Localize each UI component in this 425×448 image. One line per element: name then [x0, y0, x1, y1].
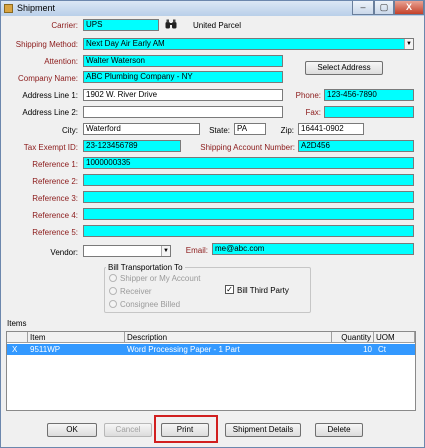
- reference-1-field[interactable]: 1000000335: [83, 157, 414, 169]
- shipment-window: Shipment – ▢ X Carrier: UPS United Parce…: [0, 0, 425, 448]
- binoculars-icon[interactable]: [165, 19, 177, 29]
- tax-exempt-label: Tax Exempt ID:: [23, 143, 78, 152]
- shipper-radio[interactable]: [109, 274, 117, 282]
- vendor-select[interactable]: ▼: [83, 245, 171, 257]
- quantity-cell: 10: [363, 345, 372, 354]
- minimize-button[interactable]: –: [352, 1, 374, 15]
- address-line-2-label: Address Line 2:: [22, 108, 78, 117]
- reference-4-label: Reference 4:: [32, 211, 78, 220]
- shipment-details-button[interactable]: Shipment Details: [225, 423, 301, 437]
- bill-third-party-label: Bill Third Party: [237, 286, 289, 295]
- items-grid[interactable]: Item Description Quantity UOM X 9511WP W…: [6, 331, 416, 411]
- item-column-header[interactable]: Item: [28, 332, 125, 343]
- delete-button[interactable]: Delete: [315, 423, 363, 437]
- attention-field[interactable]: Walter Waterson: [83, 55, 283, 67]
- carrier-name: United Parcel: [193, 21, 242, 30]
- cancel-button[interactable]: Cancel: [104, 423, 152, 437]
- shipper-radio-label: Shipper or My Account: [120, 274, 201, 283]
- description-column-header[interactable]: Description: [125, 332, 332, 343]
- address-line-1-label: Address Line 1:: [22, 91, 78, 100]
- description-cell: Word Processing Paper - 1 Part: [127, 345, 240, 354]
- shipping-account-label: Shipping Account Number:: [200, 143, 295, 152]
- chevron-down-icon[interactable]: ▼: [161, 246, 170, 256]
- phone-field[interactable]: 123-456-7890: [324, 89, 414, 101]
- uom-column-header[interactable]: UOM: [374, 332, 415, 343]
- ok-button[interactable]: OK: [47, 423, 97, 437]
- company-name-label: Company Name:: [17, 74, 78, 83]
- reference-2-field[interactable]: [83, 174, 414, 186]
- item-cell: 9511WP: [30, 345, 61, 354]
- address-line-2-field[interactable]: [83, 106, 283, 118]
- title-bar: Shipment – ▢ X: [1, 1, 424, 16]
- state-label: State:: [209, 126, 230, 135]
- shipping-method-label: Shipping Method:: [15, 40, 78, 49]
- shipping-account-field[interactable]: A2D456: [298, 140, 414, 152]
- reference-2-label: Reference 2:: [32, 177, 78, 186]
- shipping-method-select[interactable]: Next Day Air Early AM ▼: [83, 38, 414, 50]
- reference-3-label: Reference 3:: [32, 194, 78, 203]
- consignee-radio-label: Consignee Billed: [120, 300, 181, 309]
- fax-label: Fax:: [305, 108, 321, 117]
- marker-column-header: [7, 332, 28, 343]
- reference-5-label: Reference 5:: [32, 228, 78, 237]
- attention-label: Attention:: [44, 57, 78, 66]
- chevron-down-icon[interactable]: ▼: [404, 39, 413, 49]
- email-field[interactable]: me@abc.com: [212, 243, 414, 255]
- bill-third-party-checkbox[interactable]: ✓: [225, 285, 234, 294]
- row-marker: X: [12, 345, 18, 354]
- items-grid-header: Item Description Quantity UOM: [7, 332, 415, 343]
- close-button[interactable]: X: [394, 1, 424, 15]
- zip-field[interactable]: 16441-0902: [298, 123, 364, 135]
- items-label: Items: [7, 319, 27, 328]
- vendor-label: Vendor:: [50, 248, 78, 257]
- print-highlight: [154, 415, 218, 443]
- shipping-method-value: Next Day Air Early AM: [86, 39, 165, 48]
- window-title: Shipment: [17, 3, 56, 13]
- select-address-button[interactable]: Select Address: [305, 61, 383, 75]
- app-icon: [4, 4, 13, 13]
- phone-label: Phone:: [295, 91, 321, 100]
- receiver-radio[interactable]: [109, 287, 117, 295]
- bill-transportation-title: Bill Transportation To: [106, 263, 185, 272]
- uom-cell: Ct: [378, 345, 386, 354]
- carrier-field[interactable]: UPS: [83, 19, 159, 31]
- receiver-radio-label: Receiver: [120, 287, 152, 296]
- reference-4-field[interactable]: [83, 208, 414, 220]
- state-field[interactable]: PA: [234, 123, 266, 135]
- zip-label: Zip:: [280, 126, 294, 135]
- city-field[interactable]: Waterford: [83, 123, 200, 135]
- reference-5-field[interactable]: [83, 225, 414, 237]
- quantity-column-header[interactable]: Quantity: [332, 332, 374, 343]
- address-line-1-field[interactable]: 1902 W. River Drive: [83, 89, 283, 101]
- email-label: Email:: [185, 246, 208, 255]
- city-label: City:: [62, 126, 78, 135]
- tax-exempt-field[interactable]: 23-123456789: [83, 140, 181, 152]
- carrier-label: Carrier:: [51, 21, 78, 30]
- fax-field[interactable]: [324, 106, 414, 118]
- company-name-field[interactable]: ABC Plumbing Company - NY: [83, 71, 283, 83]
- consignee-radio[interactable]: [109, 300, 117, 308]
- reference-3-field[interactable]: [83, 191, 414, 203]
- maximize-button[interactable]: ▢: [374, 1, 394, 15]
- reference-1-label: Reference 1:: [32, 160, 78, 169]
- table-row[interactable]: X 9511WP Word Processing Paper - 1 Part …: [7, 344, 415, 355]
